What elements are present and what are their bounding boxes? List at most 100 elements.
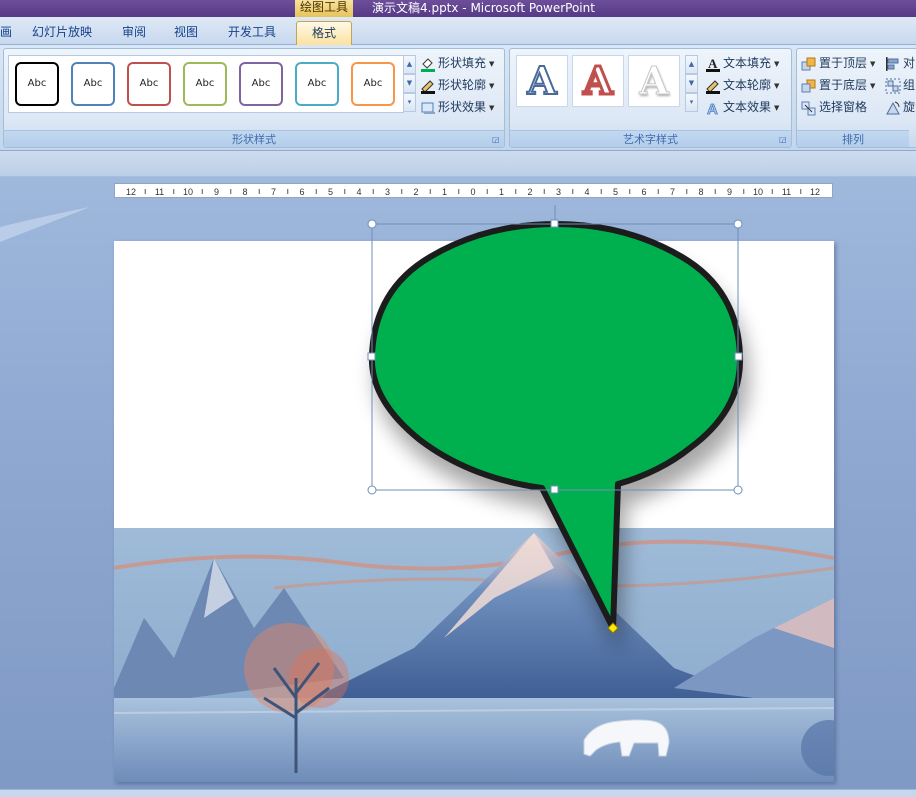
- shape-style-swatch[interactable]: Abc: [183, 62, 227, 106]
- ruler-label: 6: [299, 187, 304, 197]
- text-fill-button[interactable]: A 文本填充 ▼: [705, 53, 779, 73]
- shape-outline-label: 形状轮廓: [438, 78, 487, 92]
- wordart-sample-outline-blue[interactable]: A: [516, 55, 568, 107]
- send-back-icon: [801, 78, 817, 94]
- group-icon: [885, 78, 901, 94]
- shape-fill-button[interactable]: 形状填充 ▼: [420, 53, 494, 73]
- resize-handle-e[interactable]: [734, 352, 743, 361]
- chevron-down-icon: ▼: [774, 59, 780, 68]
- resize-handle-w[interactable]: [367, 352, 376, 361]
- text-outline-button[interactable]: 文本轮廓 ▼: [705, 75, 779, 95]
- ruler-label: 5: [328, 187, 333, 197]
- horizontal-ruler[interactable]: 12 11 10 9 8 7 6 5 4 3 2 1 0 1 2 3 4 5 6 7 8 9 10 11 12: [114, 183, 833, 198]
- text-outline-label: 文本轮廓: [723, 78, 772, 92]
- tab-truncated[interactable]: 画: [0, 21, 12, 45]
- selection-pane-button[interactable]: 选择窗格: [801, 97, 867, 117]
- ruler-label: 6: [641, 187, 646, 197]
- selection-pane-icon: [801, 100, 817, 116]
- ruler-label: 1: [499, 187, 504, 197]
- ruler-label: 3: [556, 187, 561, 197]
- oval-callout-shape[interactable]: [368, 221, 744, 631]
- shape-style-swatch[interactable]: Abc: [127, 62, 171, 106]
- gallery-down-button[interactable]: ▼: [403, 74, 416, 93]
- shape-styles-group: Abc Abc Abc Abc Abc Abc Abc ▲ ▼ ▾ 形状填充 ▼ …: [3, 48, 505, 148]
- text-fill-label: 文本填充: [723, 56, 772, 70]
- wordart-sample-outline-red[interactable]: A: [572, 55, 624, 107]
- ruler-label: 1: [442, 187, 447, 197]
- ribbon-bottom-strip: [0, 151, 916, 177]
- chevron-down-icon: ▼: [489, 59, 495, 68]
- ruler-label: 2: [413, 187, 418, 197]
- gallery-up-button[interactable]: ▲: [403, 55, 416, 74]
- bring-to-front-button[interactable]: 置于顶层 ▼: [801, 53, 875, 73]
- shape-style-swatch[interactable]: Abc: [351, 62, 395, 106]
- ruler-label: 9: [727, 187, 732, 197]
- arrange-group: 置于顶层 ▼ 置于底层 ▼ 选择窗格 对 组 旋 排列: [796, 48, 916, 148]
- resize-handle-nw[interactable]: [367, 219, 377, 229]
- ruler-label: 5: [613, 187, 618, 197]
- wordart-sample-white[interactable]: A: [628, 55, 680, 107]
- text-effects-button[interactable]: A 文本效果 ▼: [705, 97, 780, 118]
- dialog-launcher-icon[interactable]: ◲: [779, 135, 788, 144]
- tab-slideshow[interactable]: 幻灯片放映: [32, 21, 92, 45]
- paint-bucket-icon: [420, 56, 436, 72]
- shape-style-swatch[interactable]: Abc: [295, 62, 339, 106]
- shape-style-swatch[interactable]: Abc: [71, 62, 115, 106]
- title-bar: 绘图工具 演示文稿4.pptx - Microsoft PowerPoint: [0, 0, 916, 17]
- resize-handle-sw[interactable]: [367, 485, 377, 495]
- status-bar-edge: [0, 789, 916, 797]
- ruler-ticks: 12 11 10 9 8 7 6 5 4 3 2 1 0 1 2 3 4 5 6 7 8 9 10 11 12: [126, 187, 820, 197]
- tab-format[interactable]: 格式: [296, 21, 352, 45]
- group-button[interactable]: 组: [885, 75, 915, 95]
- ruler-label: 8: [698, 187, 703, 197]
- ruler-label: 7: [271, 187, 276, 197]
- bring-front-icon: [801, 56, 817, 72]
- gallery-up-button[interactable]: ▲: [685, 55, 698, 74]
- ruler-label: 11: [155, 187, 164, 197]
- gallery-down-button[interactable]: ▼: [685, 74, 698, 93]
- ruler-label: 9: [214, 187, 219, 197]
- shape-outline-button[interactable]: 形状轮廓 ▼: [420, 75, 494, 95]
- shape-style-gallery: Abc Abc Abc Abc Abc Abc Abc: [8, 55, 404, 113]
- shape-style-swatch[interactable]: Abc: [239, 62, 283, 106]
- chevron-down-icon: ▼: [774, 103, 780, 112]
- dialog-launcher-icon[interactable]: ◲: [492, 135, 501, 144]
- tab-review[interactable]: 审阅: [122, 21, 146, 45]
- resize-handle-n[interactable]: [550, 219, 559, 228]
- text-effects-label: 文本效果: [723, 100, 772, 114]
- ruler-label: 4: [356, 187, 361, 197]
- gallery-more-button[interactable]: ▾: [403, 93, 416, 112]
- pencil-icon: [420, 78, 436, 94]
- tab-developer[interactable]: 开发工具: [228, 21, 276, 45]
- shape-effects-button[interactable]: 形状效果 ▼: [420, 97, 494, 117]
- svg-text:A: A: [708, 56, 718, 71]
- shape-effects-label: 形状效果: [438, 100, 487, 114]
- align-button[interactable]: 对: [885, 53, 915, 73]
- selection-pane-label: 选择窗格: [819, 100, 868, 114]
- align-icon: [885, 56, 901, 72]
- group-label: 组: [903, 78, 916, 92]
- resize-handle-se[interactable]: [733, 485, 743, 495]
- svg-text:A: A: [707, 101, 718, 116]
- rotate-button[interactable]: 旋: [885, 97, 915, 117]
- align-label: 对: [903, 56, 916, 70]
- resize-handle-s[interactable]: [550, 485, 559, 494]
- resize-handle-ne[interactable]: [733, 219, 743, 229]
- chevron-down-icon: ▼: [870, 81, 876, 90]
- shape-style-swatch[interactable]: Abc: [15, 62, 59, 106]
- ruler-label: 11: [782, 187, 791, 197]
- ruler-label: 10: [183, 187, 193, 197]
- ruler-label: 0: [470, 187, 475, 197]
- chevron-down-icon: ▼: [489, 81, 495, 90]
- gallery-more-button[interactable]: ▾: [685, 93, 698, 112]
- send-to-back-button[interactable]: 置于底层 ▼: [801, 75, 875, 95]
- tab-view[interactable]: 视图: [174, 21, 198, 45]
- bring-to-front-label: 置于顶层: [819, 56, 868, 70]
- drawing-tools-context-tab[interactable]: 绘图工具: [295, 0, 353, 17]
- shape-styles-group-label: 形状样式: [4, 130, 504, 147]
- wordart-styles-group: A A A ▲ ▼ ▾ A 文本填充 ▼ 文本轮廓 ▼ A 文本效果 ▼ 艺术字样式 …: [509, 48, 792, 148]
- chevron-down-icon: ▼: [774, 81, 780, 90]
- chevron-down-icon: ▼: [870, 59, 876, 68]
- ribbon: Abc Abc Abc Abc Abc Abc Abc ▲ ▼ ▾ 形状填充 ▼ …: [0, 45, 916, 151]
- ruler-label: 12: [126, 187, 136, 197]
